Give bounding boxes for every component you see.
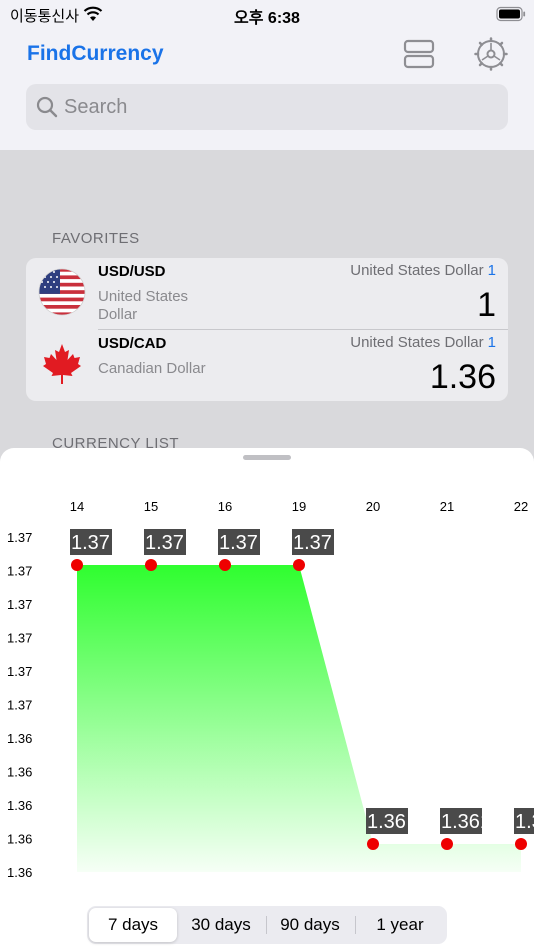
x-tick-label: 16 [218, 499, 232, 514]
y-tick-label: 1.36 [7, 798, 32, 813]
x-tick-label: 19 [292, 499, 306, 514]
search-icon [36, 96, 58, 118]
gear-icon[interactable] [474, 37, 508, 71]
x-tick-label: 21 [440, 499, 454, 514]
y-tick-label: 1.36 [7, 765, 32, 780]
base-amount: 1 [487, 262, 496, 279]
y-tick-label: 1.37 [7, 530, 32, 545]
chart-sheet: 14 15 16 19 20 21 22 1.37 1.37 1.37 1.37 1.37 1.37 1.… [0, 448, 534, 950]
y-tick-label: 1.36 [7, 865, 32, 880]
data-label: 1.37 [219, 532, 258, 554]
favorite-row-cad[interactable]: USD/CAD Canadian Dollar United States Do… [26, 330, 508, 401]
canada-flag-icon [43, 344, 81, 384]
data-point [515, 838, 527, 850]
y-tick-label: 1.37 [7, 698, 32, 713]
base-currency-name: United States Dollar [350, 262, 484, 279]
range-selector: 7 days 30 days 90 days 1 year [87, 906, 447, 944]
data-point [367, 838, 379, 850]
app-title: FindCurrency [27, 42, 164, 65]
favorites-section-header: FAVORITES [52, 230, 140, 247]
data-point [293, 559, 305, 571]
data-label: 1.37 [293, 532, 332, 554]
currency-pair: USD/USD [98, 263, 166, 280]
currency-pair: USD/CAD [98, 335, 167, 352]
y-tick-label: 1.37 [7, 631, 32, 646]
y-tick-label: 1.36 [7, 731, 32, 746]
data-label: 1.37 [145, 532, 184, 554]
base-currency-name: United States Dollar [350, 334, 484, 351]
data-label: 1.37 [71, 532, 110, 554]
data-label: 1.361 [441, 811, 491, 833]
y-tick-label: 1.37 [7, 664, 32, 679]
range-option-1-year[interactable]: 1 year [356, 908, 444, 942]
exchange-rate: 1.36 [429, 358, 496, 396]
status-bar: 이동통신사 오후 6:38 [0, 0, 534, 30]
data-point [71, 559, 83, 571]
data-point [219, 559, 231, 571]
currency-name: United States Dollar [98, 288, 189, 323]
x-tick-label: 22 [514, 499, 528, 514]
exchange-rate: 1 [477, 286, 496, 324]
y-tick-label: 1.36 [7, 832, 32, 847]
range-option-90-days[interactable]: 90 days [266, 908, 354, 942]
layout-toggle-icon[interactable] [403, 38, 435, 70]
data-label: 1.36 [367, 811, 406, 833]
us-flag-icon [38, 268, 86, 316]
base-currency-label: United States Dollar 1 [350, 334, 496, 351]
status-clock: 오후 6:38 [234, 10, 300, 27]
search-input[interactable] [64, 84, 484, 130]
y-tick-label: 1.37 [7, 597, 32, 612]
y-tick-label: 1.37 [7, 564, 32, 579]
favorites-list: USD/USD United States Dollar United Stat… [26, 258, 508, 401]
data-label: 1.36 [515, 811, 534, 833]
data-point [441, 838, 453, 850]
x-tick-label: 14 [70, 499, 84, 514]
favorite-row-usd[interactable]: USD/USD United States Dollar United Stat… [26, 258, 508, 329]
nav-header: FindCurrency [0, 30, 534, 150]
currency-name: Canadian Dollar [98, 360, 206, 377]
x-tick-label: 15 [144, 499, 158, 514]
data-point [145, 559, 157, 571]
base-currency-label: United States Dollar 1 [350, 262, 496, 279]
search-bar[interactable] [26, 84, 508, 130]
range-option-30-days[interactable]: 30 days [177, 908, 265, 942]
x-tick-label: 20 [366, 499, 380, 514]
range-option-7-days[interactable]: 7 days [89, 908, 177, 942]
battery-icon [496, 6, 526, 22]
base-amount: 1 [487, 334, 496, 351]
rate-history-chart: 14 15 16 19 20 21 22 1.37 1.37 1.37 1.37 1.37 1.37 1.… [7, 499, 534, 880]
